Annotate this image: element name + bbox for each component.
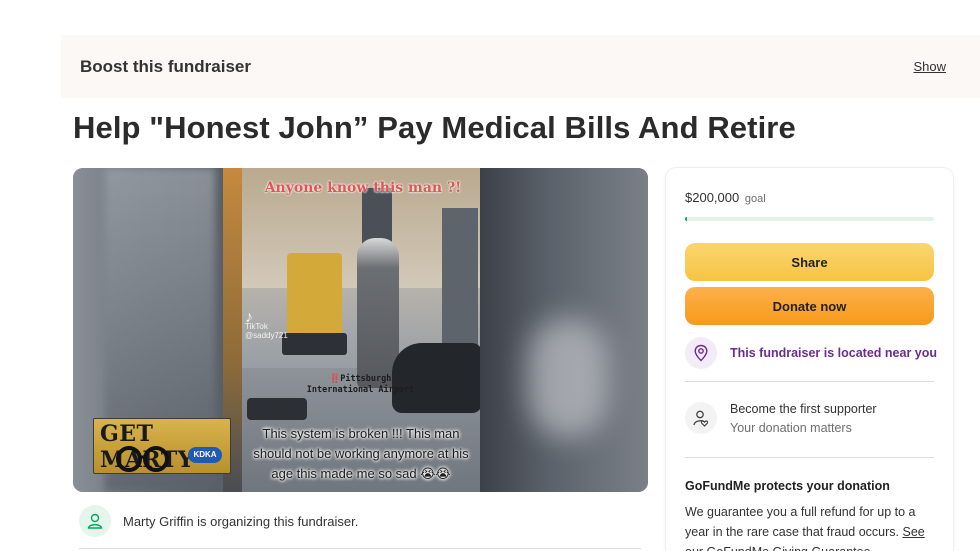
hero-blur-spot — [528, 318, 608, 438]
hero-location-text: ‼️Pittsburgh International Airport — [298, 374, 423, 396]
location-text: This fundraiser is located near you — [730, 346, 938, 360]
fundraiser-hero-image[interactable]: Anyone know this man ?! ♪ TikTok @saddy7… — [73, 168, 648, 492]
donation-sidebar: $200,000 goal Share Donate now This fund… — [666, 168, 953, 551]
location-row: This fundraiser is located near you — [685, 337, 937, 369]
goal-word: goal — [744, 193, 766, 205]
organizer-avatar — [79, 505, 111, 537]
goal-progress-fill — [685, 217, 688, 221]
location-mark: ‼️ — [329, 374, 341, 384]
photo-cleaning-cart — [287, 253, 342, 338]
sidebar-divider — [685, 381, 934, 382]
glasses-icon — [116, 446, 169, 472]
location-line1: Pittsburgh — [340, 374, 392, 384]
supporter-heart-icon — [693, 410, 709, 427]
boost-title: Boost this fundraiser — [80, 56, 251, 76]
location-line2: International Airport — [306, 385, 415, 395]
user-icon — [87, 513, 103, 529]
share-button[interactable]: Share — [685, 243, 934, 281]
photo-seat — [247, 398, 307, 420]
tiktok-icon: ♪ — [245, 309, 253, 326]
protect-body: We guarantee you a full refund for up to… — [685, 502, 935, 551]
organizer-divider — [79, 548, 641, 549]
supporter-subtitle: Your donation matters — [730, 421, 852, 435]
protect-text: We guarantee you a full refund for up to… — [685, 505, 916, 539]
tiktok-label: TikTok — [245, 322, 268, 331]
donate-now-button[interactable]: Donate now — [685, 287, 934, 325]
kdka-badge: KDKA — [188, 447, 222, 463]
boost-bar: Boost this fundraiser Show — [61, 35, 980, 98]
hero-overlay-title: Anyone know this man ?! — [264, 180, 462, 196]
protect-title: GoFundMe protects your donation — [685, 479, 890, 493]
supporter-text: Become the first supporter Your donation… — [730, 400, 877, 438]
goal-progress-bar — [685, 217, 934, 221]
map-pin-icon — [694, 344, 708, 362]
hero-caption: This system is broken !!! This man shoul… — [253, 426, 469, 481]
goal: $200,000 goal — [685, 190, 766, 205]
supporter-title: Become the first supporter — [730, 402, 877, 416]
page-title: Help "Honest John” Pay Medical Bills And… — [73, 110, 796, 145]
location-icon-wrap — [685, 337, 717, 369]
get-marty-logo: GET MARTY KDKA — [93, 418, 231, 474]
tiktok-handle: @saddy721 — [245, 331, 288, 340]
boost-show-link[interactable]: Show — [913, 59, 946, 74]
organizer-row: Marty Griffin is organizing this fundrai… — [79, 505, 358, 537]
organizer-text: Marty Griffin is organizing this fundrai… — [123, 513, 359, 529]
sidebar-divider — [685, 457, 934, 458]
supporter-row: Become the first supporter Your donation… — [685, 400, 877, 438]
goal-amount: $200,000 — [685, 190, 740, 205]
tiktok-watermark: ♪ TikTok @saddy721 — [245, 309, 288, 341]
supporter-icon-wrap — [685, 402, 717, 434]
photo-cart-base — [282, 333, 347, 355]
